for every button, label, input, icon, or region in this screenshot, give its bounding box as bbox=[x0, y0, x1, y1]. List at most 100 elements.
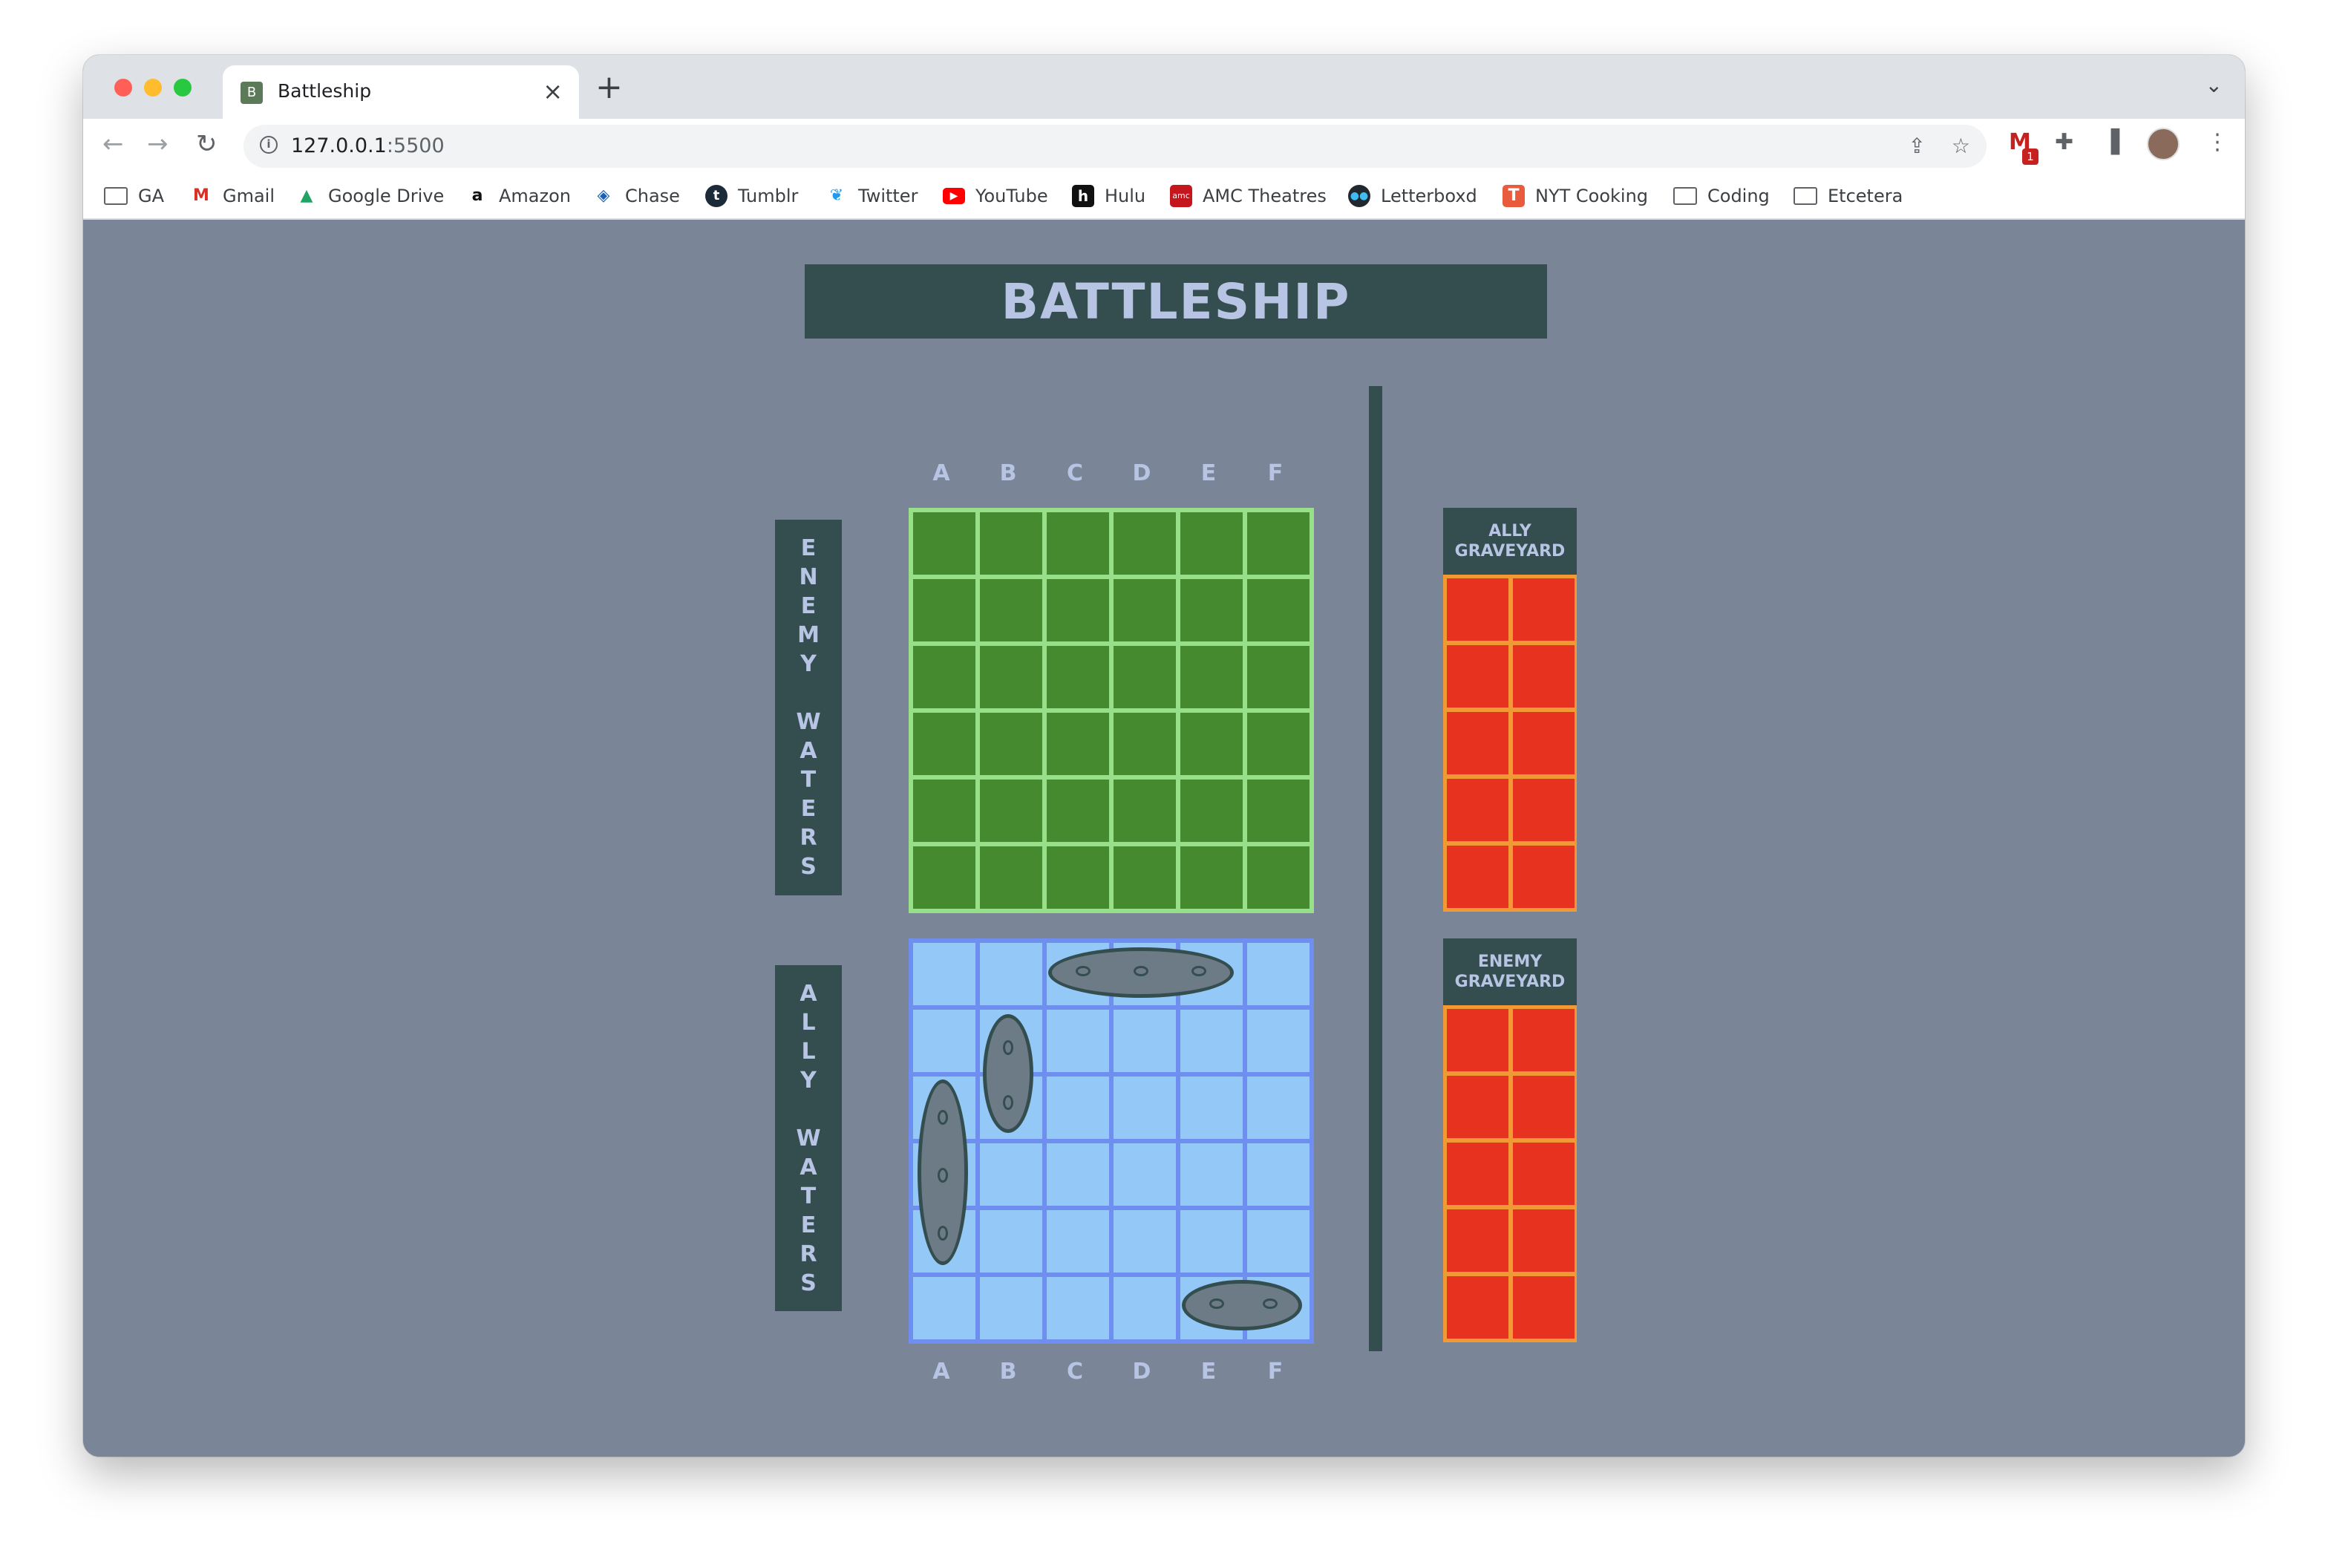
ally-cell-f5[interactable] bbox=[1247, 1210, 1310, 1273]
bookmark-amazon[interactable]: a Amazon bbox=[466, 183, 571, 209]
ally-cell-b5[interactable] bbox=[980, 1210, 1042, 1273]
ship-e6-f6[interactable] bbox=[1182, 1280, 1302, 1330]
ally-cell-d2[interactable] bbox=[1114, 1010, 1176, 1072]
enemy-cell-c1[interactable] bbox=[1047, 512, 1109, 575]
bookmark-twitter[interactable]: ❦ Twitter bbox=[825, 183, 918, 209]
enemy-cell-d1[interactable] bbox=[1114, 512, 1176, 575]
bookmark-letterboxd[interactable]: ●● Letterboxd bbox=[1348, 183, 1477, 209]
ally-cell-e5[interactable] bbox=[1180, 1210, 1243, 1273]
ally-cell-f2[interactable] bbox=[1247, 1010, 1310, 1072]
bookmark-ga[interactable]: GA bbox=[104, 183, 164, 209]
ally-cell-a6[interactable] bbox=[913, 1277, 975, 1339]
ally-cell-c6[interactable] bbox=[1047, 1277, 1109, 1339]
enemy-cell-f5[interactable] bbox=[1247, 780, 1310, 842]
ally-cell-b6[interactable] bbox=[980, 1277, 1042, 1339]
enemy-cell-b1[interactable] bbox=[980, 512, 1042, 575]
close-window-button[interactable] bbox=[114, 79, 132, 97]
forward-arrow-icon[interactable]: → bbox=[147, 129, 169, 159]
menu-kebab-icon[interactable]: ⋮ bbox=[2206, 129, 2229, 155]
enemy-cell-d2[interactable] bbox=[1114, 579, 1176, 641]
ally-cell-d5[interactable] bbox=[1114, 1210, 1176, 1273]
ally-cell-c4[interactable] bbox=[1047, 1143, 1109, 1206]
ally-cell-c3[interactable] bbox=[1047, 1077, 1109, 1139]
close-tab-icon[interactable]: × bbox=[543, 77, 563, 105]
enemy-cell-e6[interactable] bbox=[1180, 846, 1243, 909]
ally-cell-e2[interactable] bbox=[1180, 1010, 1243, 1072]
bookmark-amc[interactable]: amc AMC Theatres bbox=[1170, 183, 1327, 209]
ally-cell-e3[interactable] bbox=[1180, 1077, 1243, 1139]
bookmark-gmail[interactable]: M Gmail bbox=[190, 183, 275, 209]
ship-b2-b3[interactable] bbox=[983, 1014, 1033, 1133]
ally-cell-a2[interactable] bbox=[913, 1010, 975, 1072]
bookmark-coding[interactable]: Coding bbox=[1673, 183, 1770, 209]
ally-cell-d4[interactable] bbox=[1114, 1143, 1176, 1206]
back-arrow-icon[interactable]: ← bbox=[102, 129, 124, 159]
enemy-cell-c6[interactable] bbox=[1047, 846, 1109, 909]
profile-avatar[interactable] bbox=[2147, 128, 2180, 160]
column-label-bottom: B bbox=[999, 1359, 1017, 1385]
maximize-window-button[interactable] bbox=[174, 79, 192, 97]
ally-cell-c2[interactable] bbox=[1047, 1010, 1109, 1072]
enemy-cell-f3[interactable] bbox=[1247, 646, 1310, 708]
tab-search-chevron-icon[interactable]: ⌄ bbox=[2206, 73, 2223, 97]
enemy-cell-e5[interactable] bbox=[1180, 780, 1243, 842]
reload-icon[interactable]: ↻ bbox=[196, 129, 218, 159]
enemy-cell-a3[interactable] bbox=[913, 646, 975, 708]
ally-cell-e4[interactable] bbox=[1180, 1143, 1243, 1206]
new-tab-button[interactable]: + bbox=[595, 68, 623, 106]
enemy-cell-b4[interactable] bbox=[980, 713, 1042, 775]
tab-battleship[interactable]: B Battleship × bbox=[223, 65, 579, 119]
ally-cell-b4[interactable] bbox=[980, 1143, 1042, 1206]
enemy-cell-f1[interactable] bbox=[1247, 512, 1310, 575]
enemy-cell-f6[interactable] bbox=[1247, 846, 1310, 909]
enemy-cell-d6[interactable] bbox=[1114, 846, 1176, 909]
ally-cell-d6[interactable] bbox=[1114, 1277, 1176, 1339]
bookmark-google-drive[interactable]: ▲ Google Drive bbox=[295, 183, 445, 209]
ally-cell-a1[interactable] bbox=[913, 943, 975, 1005]
enemy-cell-e1[interactable] bbox=[1180, 512, 1243, 575]
bookmark-nyt-cooking[interactable]: T NYT Cooking bbox=[1503, 183, 1648, 209]
bookmark-chase[interactable]: ◈ Chase bbox=[592, 183, 680, 209]
enemy-cell-f2[interactable] bbox=[1247, 579, 1310, 641]
enemy-cell-c3[interactable] bbox=[1047, 646, 1109, 708]
enemy-cell-b2[interactable] bbox=[980, 579, 1042, 641]
site-info-icon[interactable]: i bbox=[260, 136, 278, 154]
enemy-cell-d4[interactable] bbox=[1114, 713, 1176, 775]
ship-c1-e1[interactable] bbox=[1048, 947, 1234, 998]
column-label-top: D bbox=[1132, 460, 1151, 486]
address-bar[interactable]: i 127.0.0.1:5500 ⇪ ☆ bbox=[243, 125, 1987, 168]
enemy-cell-c5[interactable] bbox=[1047, 780, 1109, 842]
ally-cell-d3[interactable] bbox=[1114, 1077, 1176, 1139]
enemy-cell-e2[interactable] bbox=[1180, 579, 1243, 641]
bookmark-tumblr[interactable]: t Tumblr bbox=[705, 183, 798, 209]
enemy-cell-c2[interactable] bbox=[1047, 579, 1109, 641]
ally-cell-b1[interactable] bbox=[980, 943, 1042, 1005]
ally-cell-c5[interactable] bbox=[1047, 1210, 1109, 1273]
enemy-cell-f4[interactable] bbox=[1247, 713, 1310, 775]
enemy-cell-e4[interactable] bbox=[1180, 713, 1243, 775]
enemy-cell-a4[interactable] bbox=[913, 713, 975, 775]
bookmark-hulu[interactable]: h Hulu bbox=[1072, 183, 1145, 209]
minimize-window-button[interactable] bbox=[144, 79, 162, 97]
bookmark-youtube[interactable]: ▶ YouTube bbox=[943, 183, 1048, 209]
enemy-cell-a1[interactable] bbox=[913, 512, 975, 575]
extensions-puzzle-icon[interactable]: ✚ bbox=[2055, 129, 2073, 155]
ally-cell-f3[interactable] bbox=[1247, 1077, 1310, 1139]
enemy-cell-c4[interactable] bbox=[1047, 713, 1109, 775]
share-icon[interactable]: ⇪ bbox=[1909, 134, 1926, 158]
enemy-cell-b6[interactable] bbox=[980, 846, 1042, 909]
enemy-cell-d3[interactable] bbox=[1114, 646, 1176, 708]
enemy-cell-a2[interactable] bbox=[913, 579, 975, 641]
enemy-cell-e3[interactable] bbox=[1180, 646, 1243, 708]
enemy-cell-a5[interactable] bbox=[913, 780, 975, 842]
ship-a3-a5[interactable] bbox=[918, 1079, 968, 1265]
enemy-cell-b5[interactable] bbox=[980, 780, 1042, 842]
side-panel-icon[interactable]: ▐ bbox=[2102, 129, 2119, 155]
enemy-cell-b3[interactable] bbox=[980, 646, 1042, 708]
enemy-cell-d5[interactable] bbox=[1114, 780, 1176, 842]
ally-cell-f1[interactable] bbox=[1247, 943, 1310, 1005]
enemy-cell-a6[interactable] bbox=[913, 846, 975, 909]
bookmark-etcetera[interactable]: Etcetera bbox=[1794, 183, 1903, 209]
bookmark-star-icon[interactable]: ☆ bbox=[1952, 134, 1970, 158]
ally-cell-f4[interactable] bbox=[1247, 1143, 1310, 1206]
